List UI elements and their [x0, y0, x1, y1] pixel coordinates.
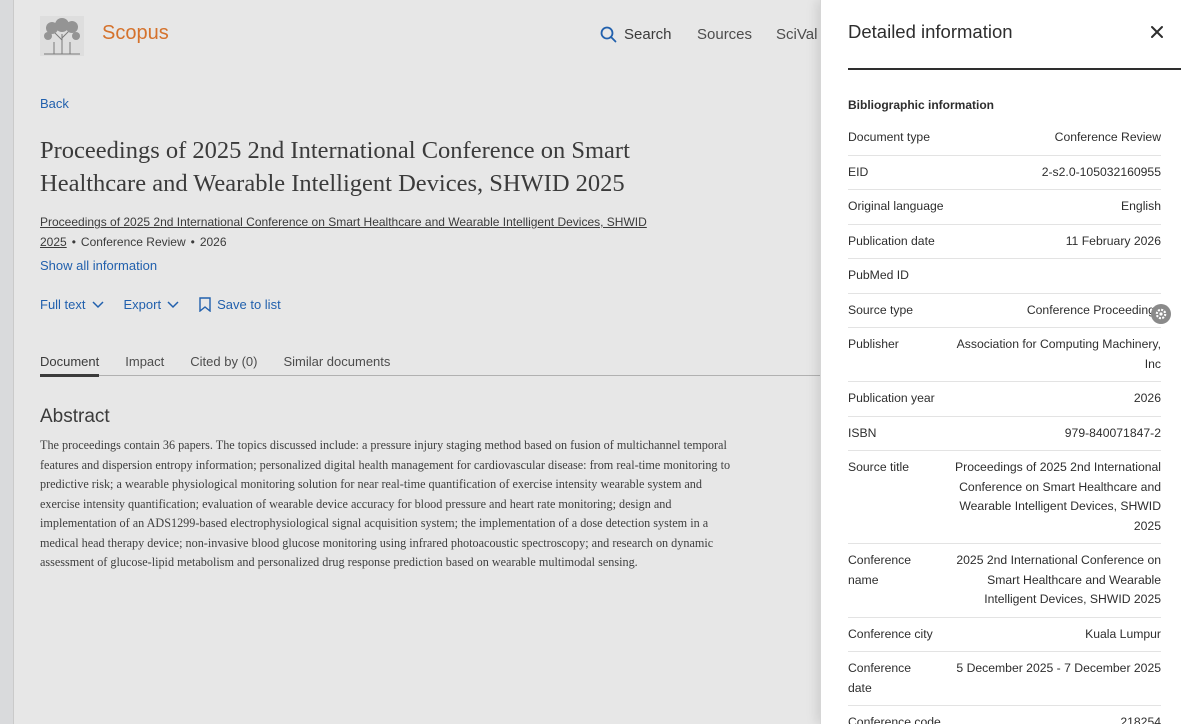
info-value: Association for Computing Machinery, Inc — [956, 337, 1161, 371]
info-value: Conference Review — [1054, 130, 1161, 144]
bibliographic-section-heading: Bibliographic information — [848, 98, 994, 112]
info-value: 2-s2.0-105032160955 — [1041, 164, 1161, 179]
info-row-isbn: ISBN 979-840071847-2 — [848, 417, 1161, 451]
info-label: Original language — [848, 199, 944, 213]
info-value: 11 February 2026 — [1065, 233, 1161, 248]
info-row-conference-city: Conference city Kuala Lumpur — [848, 618, 1161, 652]
close-icon[interactable] — [1150, 25, 1164, 39]
info-row-eid: EID 2-s2.0-105032160955 — [848, 156, 1161, 190]
panel-header: Detailed information — [848, 0, 1181, 70]
info-value: English — [1121, 199, 1161, 213]
info-label: Publication date — [848, 233, 935, 248]
info-row-conference-date: Conference date 5 December 2025 - 7 Dece… — [848, 652, 1161, 706]
info-value: 218254 — [1120, 715, 1161, 724]
info-value: 979-840071847-2 — [1064, 425, 1161, 440]
panel-title: Detailed information — [848, 21, 1013, 42]
info-row-source-type: Source type Conference Proceedings — [848, 294, 1161, 328]
info-value: Conference Proceedings — [1026, 302, 1161, 317]
info-row-publication-date: Publication date 11 February 2026 — [848, 225, 1161, 259]
info-row-source-title: Source title Proceedings of 2025 2nd Int… — [848, 451, 1161, 544]
info-label: Source type — [848, 302, 914, 317]
bibliographic-table: Document type Conference Review EID 2-s2… — [848, 121, 1161, 724]
info-value: 2025 2nd International Conference on Sma… — [956, 553, 1161, 606]
info-row-original-language: Original language English — [848, 190, 1161, 225]
info-value: Proceedings of 2025 2nd International Co… — [955, 460, 1161, 533]
info-row-publication-year: Publication year 2026 — [848, 382, 1161, 417]
info-value: 2026 — [1133, 391, 1161, 405]
detailed-information-panel: Detailed information Bibliographic infor… — [820, 0, 1181, 724]
info-label: Conference name — [848, 553, 912, 587]
info-row-document-type: Document type Conference Review — [848, 121, 1161, 156]
info-label: Conference date — [848, 661, 912, 695]
modal-backdrop[interactable] — [0, 0, 820, 724]
info-label: Publisher — [848, 337, 899, 351]
settings-gear-icon[interactable] — [1151, 304, 1171, 324]
info-row-conference-name: Conference name 2025 2nd International C… — [848, 544, 1161, 618]
info-label: ISBN — [848, 425, 877, 440]
info-value: 5 December 2025 - 7 December 2025 — [956, 661, 1161, 675]
gear-icon — [1155, 308, 1167, 320]
info-label: Conference city — [848, 626, 933, 641]
info-label: EID — [848, 164, 869, 179]
info-label: Publication year — [848, 391, 935, 405]
info-label: Document type — [848, 130, 930, 144]
info-label: PubMed ID — [848, 268, 909, 282]
info-value: Kuala Lumpur — [1085, 626, 1161, 641]
info-row-publisher: Publisher Association for Computing Mach… — [848, 328, 1161, 382]
info-label: Conference code — [848, 715, 941, 724]
info-row-pubmed-id: PubMed ID — [848, 259, 1161, 294]
info-label: Source title — [848, 460, 909, 474]
info-row-conference-code: Conference code 218254 — [848, 706, 1161, 724]
